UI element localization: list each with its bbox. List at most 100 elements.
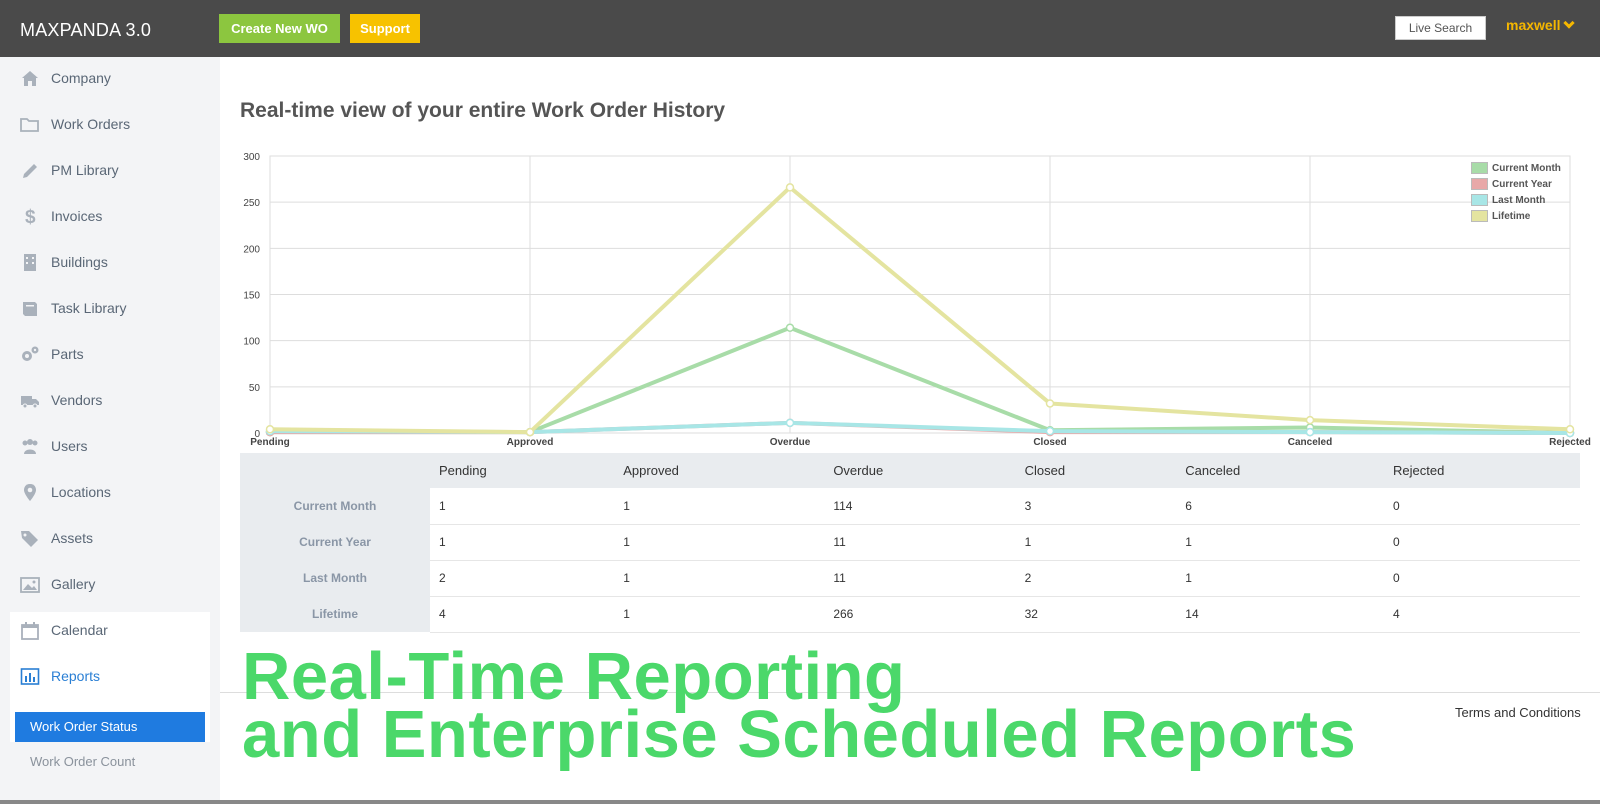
table-cell: 1 — [1015, 524, 1177, 561]
book-icon — [20, 299, 40, 317]
data-point-lifetime — [1305, 415, 1315, 425]
table-cell: 1 — [430, 488, 615, 525]
sidebar-item-company[interactable]: Company — [20, 63, 210, 93]
table-cell: 4 — [1384, 596, 1580, 633]
y-tick-label: 300 — [243, 152, 260, 163]
table-cell: 11 — [824, 560, 1016, 597]
table-cell: 1 — [614, 524, 825, 561]
legend-item: Lifetime — [1471, 208, 1571, 224]
legend-label: Current Month — [1492, 162, 1561, 174]
column-header: Rejected — [1384, 453, 1580, 488]
legend-item: Current Month — [1471, 160, 1571, 176]
legend-label: Lifetime — [1492, 210, 1531, 222]
sidebar-item-vendors[interactable]: Vendors — [20, 385, 210, 415]
sidebar-item-label: Company — [51, 70, 111, 86]
sidebar-item-buildings[interactable]: Buildings — [20, 247, 210, 277]
sidebar-item-label: Gallery — [51, 576, 96, 592]
table-cell: 1 — [614, 560, 825, 597]
app-brand[interactable]: MAXPANDA 3.0 — [20, 20, 151, 41]
building-icon — [20, 253, 40, 271]
chart-svg: 050100150200250300Pending Approved Overdue… — [243, 152, 1591, 448]
legend-label: Current Year — [1492, 178, 1552, 190]
data-point-lifetime — [1565, 425, 1575, 434]
chart-legend: Current Month Current Year Last Month Lifet… — [1471, 160, 1571, 230]
sidebar-item-locations[interactable]: Locations — [20, 477, 210, 507]
create-new-wo-button[interactable]: Create New WO — [219, 14, 340, 43]
table-header-row: Pending Approved Overdue Closed Canceled Reje… — [240, 453, 1580, 488]
series-line-current-month — [270, 325, 1571, 435]
sidebar-item-assets[interactable]: Assets — [20, 523, 210, 553]
support-button[interactable]: Support — [350, 14, 420, 43]
live-search-button[interactable]: Live Search — [1395, 16, 1486, 40]
data-point-lifetime — [1045, 399, 1055, 408]
map-pin-icon — [20, 483, 40, 501]
legend-item: Last Month — [1471, 192, 1571, 208]
table-cell: 2 — [430, 560, 615, 597]
sidebar-item-reports[interactable]: Reports — [20, 661, 210, 691]
x-tick-label: Closed — [1033, 437, 1066, 448]
table-cell: 0 — [1384, 524, 1580, 561]
table-cell: 114 — [824, 488, 1016, 525]
sidebar-item-label: Reports — [51, 668, 101, 684]
tags-icon — [20, 529, 40, 547]
sidebar-item-task-library[interactable]: Task Library — [20, 293, 210, 323]
bottom-strip — [0, 800, 1600, 804]
table-cell: 4 — [430, 596, 615, 633]
legend-item: Current Year — [1471, 176, 1571, 192]
x-tick-label: Rejected — [1549, 437, 1591, 448]
data-point-current-month — [785, 323, 795, 332]
data-point-lifetime — [525, 427, 535, 437]
data-point-last-month — [785, 418, 795, 428]
data-point-lifetime — [785, 183, 795, 192]
truck-icon — [20, 391, 40, 409]
table-cell: 1 — [1176, 524, 1384, 561]
sidebar-item-label: Calendar — [51, 622, 108, 638]
table-row: Last Month 2 1 11 2 1 0 — [240, 560, 1580, 597]
legend-label: Last Month — [1492, 194, 1546, 206]
row-header: Lifetime — [240, 596, 430, 632]
sidebar-item-label: Invoices — [51, 208, 103, 224]
sidebar-item-users[interactable]: Users — [20, 431, 210, 461]
sidebar-item-work-orders[interactable]: Work Orders — [20, 109, 210, 139]
table-cell: 1 — [1176, 560, 1384, 597]
column-header: Pending — [430, 453, 615, 488]
sidebar-item-parts[interactable]: Parts — [20, 339, 210, 369]
x-tick-label: Pending — [250, 437, 289, 448]
table-row: Current Year 1 1 11 1 1 0 — [240, 524, 1580, 561]
table-cell: 0 — [1384, 560, 1580, 597]
sidebar-subitem-work-order-status[interactable]: Work Order Status — [15, 712, 205, 742]
table-row: Lifetime 4 1 266 32 14 4 — [240, 596, 1580, 633]
sidebar-item-calendar[interactable]: Calendar — [20, 615, 210, 645]
table-cell: 2 — [1015, 560, 1177, 597]
user-menu[interactable]: maxwell — [1506, 17, 1576, 33]
row-header: Current Month — [240, 488, 430, 524]
y-tick-label: 250 — [243, 198, 260, 209]
promo-overlay: Real-Time Reporting and Enterprise Sched… — [242, 643, 1356, 768]
chevron-down-icon — [1563, 17, 1576, 29]
y-tick-label: 100 — [243, 337, 260, 348]
svg-text:$: $ — [25, 207, 36, 226]
table-cell: 1 — [614, 488, 825, 525]
y-tick-label: 50 — [249, 383, 261, 394]
sidebar-item-label: Assets — [51, 530, 94, 546]
sidebar-item-label: Buildings — [51, 254, 108, 270]
page-title: Real-time view of your entire Work Order… — [240, 99, 726, 122]
sidebar-item-invoices[interactable]: $ Invoices — [20, 201, 210, 231]
sidebar-item-label: Vendors — [51, 392, 103, 408]
series-line-lifetime — [269, 185, 1571, 435]
sidebar-item-pm-library[interactable]: PM Library — [20, 155, 210, 185]
sidebar-subitem-work-order-count[interactable]: Work Order Count — [15, 747, 205, 777]
sidebar-item-gallery[interactable]: Gallery — [20, 569, 210, 599]
table-cell: 3 — [1015, 488, 1177, 525]
sidebar-item-label: Task Library — [51, 300, 127, 316]
sidebar-item-label: PM Library — [51, 162, 119, 178]
pencil-icon — [20, 161, 40, 179]
terms-link[interactable]: Terms and Conditions — [1455, 705, 1581, 720]
table-cell: 14 — [1176, 596, 1384, 633]
work-order-chart: 0 50 100 150 200 250 300 Pending Approved Overdue… — [240, 150, 1595, 455]
folder-icon — [20, 115, 40, 133]
home-icon — [20, 69, 40, 87]
sidebar-item-label: Users — [51, 438, 88, 454]
table-corner — [240, 453, 430, 488]
table-cell: 0 — [1384, 488, 1580, 525]
